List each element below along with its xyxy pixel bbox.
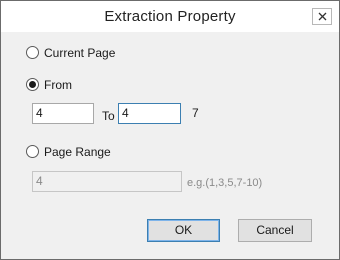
ok-button[interactable]: OK (147, 219, 220, 242)
dialog-title: Extraction Property (104, 8, 236, 25)
close-button[interactable] (312, 8, 332, 25)
page-range-label: Page Range (44, 145, 111, 159)
total-pages-value: 7 (192, 106, 199, 120)
current-page-radio[interactable] (26, 46, 39, 59)
from-page-input[interactable]: 4 (32, 103, 94, 124)
title-bar: Extraction Property (1, 1, 339, 32)
current-page-label: Current Page (44, 46, 116, 60)
cancel-button[interactable]: Cancel (238, 219, 312, 242)
extraction-property-dialog: Extraction Property Current Page From 4 … (0, 0, 340, 260)
close-icon (318, 12, 327, 21)
from-radio[interactable] (26, 78, 39, 91)
to-page-input[interactable]: 4 (118, 103, 181, 124)
dialog-body: Current Page From 4 To 4 7 Page Range 4 … (1, 32, 339, 259)
to-label: To (102, 109, 115, 123)
page-range-hint: e.g.(1,3,5,7-10) (187, 177, 263, 189)
page-range-radio[interactable] (26, 145, 39, 158)
from-label: From (44, 78, 72, 92)
page-range-input[interactable]: 4 (32, 171, 182, 192)
